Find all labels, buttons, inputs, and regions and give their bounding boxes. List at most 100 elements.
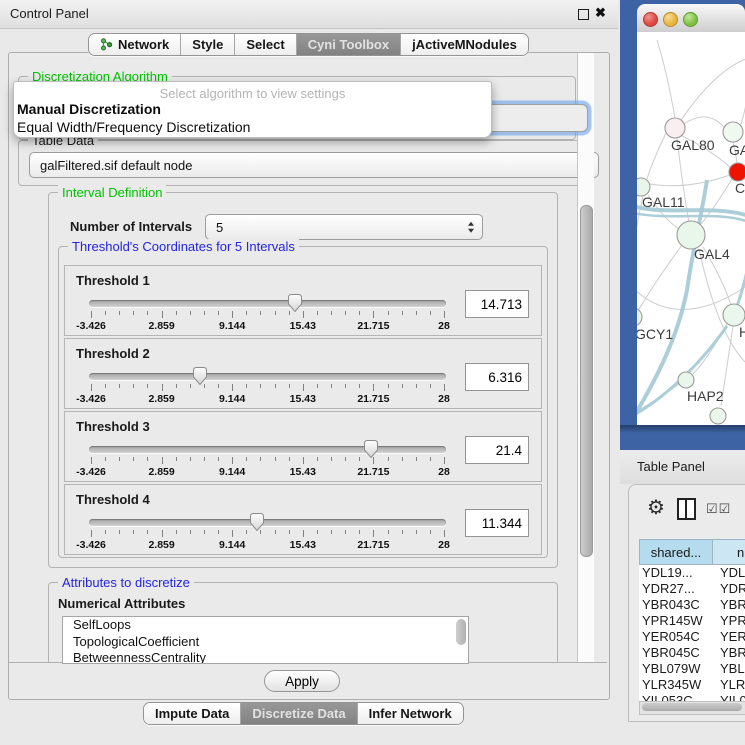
slider-thumb[interactable] [249, 512, 265, 532]
algorithm-option-1[interactable]: Equal Width/Frequency Discretization [14, 119, 491, 137]
dropdown-hint: Select algorithm to view settings [14, 82, 491, 101]
threshold-value-field[interactable]: 11.344 [465, 509, 529, 537]
slider-ticks [91, 384, 444, 392]
table-data-combo[interactable]: galFiltered.sif default node [29, 152, 599, 178]
slider-thumb[interactable] [363, 439, 379, 459]
cyni-bottom-tabbar: Impute DataDiscretize DataInfer Network [143, 702, 464, 725]
svg-text:HAP2: HAP2 [687, 388, 724, 404]
network-window-titlebar[interactable] [637, 4, 745, 33]
slider-thumb[interactable] [192, 366, 208, 386]
svg-text:H: H [739, 324, 745, 340]
algorithm-option-0[interactable]: Manual Discretization [14, 101, 491, 119]
threshold-slider[interactable] [89, 300, 446, 307]
threshold-value-field[interactable]: 14.713 [465, 290, 529, 318]
select-columns-checkboxes-icon[interactable]: ☑☑ [706, 501, 731, 517]
tab-discretize-data[interactable]: Discretize Data [241, 703, 357, 724]
slider-tick-labels: -3.4262.8599.14415.4321.71528 [91, 466, 444, 478]
column-header-shared-name[interactable]: shared... [639, 539, 713, 565]
threshold-label: Threshold 1 [76, 273, 150, 288]
threshold-slider[interactable] [89, 519, 446, 526]
slider-ticks [91, 311, 444, 319]
network-canvas[interactable]: GAL80 GA C GAL11 GAL4 GCY1 H HAP2 [637, 32, 745, 425]
table-row[interactable]: YBR043CYBR0 [639, 597, 745, 613]
table-row[interactable]: YER054CYER0 [639, 629, 745, 645]
table-row[interactable]: YBL079WYBL0 [639, 661, 745, 677]
slider-tick-labels: -3.4262.8599.14415.4321.71528 [91, 393, 444, 405]
threshold-value-field[interactable]: 21.4 [465, 436, 529, 464]
svg-text:GAL11: GAL11 [642, 194, 685, 210]
apply-button[interactable]: Apply [264, 670, 340, 692]
thresholds-group-title: Threshold's Coordinates for 5 Intervals [68, 239, 299, 254]
threshold-label: Threshold 4 [76, 492, 150, 507]
attributes-scrollbar[interactable] [456, 619, 466, 645]
table-rows[interactable]: YDL19...YDL1YDR27...YDR2YBR043CYBR0YPR14… [639, 565, 745, 701]
close-icon[interactable]: ✖ [595, 5, 606, 21]
table-row[interactable]: YIL053CYIL0 [639, 693, 745, 701]
zoom-traffic-light-icon[interactable] [683, 12, 698, 27]
control-panel-titlebar: Control Panel ✖ [0, 0, 618, 29]
table-horizontal-scrollbar[interactable] [639, 701, 745, 715]
table-row[interactable]: YPR145WYPR1 [639, 613, 745, 629]
numerical-attributes-label: Numerical Attributes [58, 596, 185, 611]
minimize-traffic-light-icon[interactable] [663, 12, 678, 27]
table-panel: ⚙ ☑☑ shared... n YDL19...YDL1YDR27...YDR… [628, 484, 745, 722]
number-of-intervals-combo[interactable]: 5 [205, 214, 483, 240]
svg-text:GAL80: GAL80 [671, 137, 715, 153]
tab-infer-network[interactable]: Infer Network [358, 703, 463, 724]
attribute-item-0[interactable]: SelfLoops [63, 617, 468, 634]
attributes-group-title: Attributes to discretize [58, 575, 194, 590]
tab-style[interactable]: Style [181, 34, 235, 55]
attribute-item-1[interactable]: TopologicalCoefficient [63, 634, 468, 651]
slider-ticks [91, 530, 444, 538]
svg-text:GA: GA [729, 142, 745, 158]
attribute-item-2[interactable]: BetweennessCentrality [63, 650, 468, 664]
tab-impute-data[interactable]: Impute Data [144, 703, 241, 724]
threshold-label: Threshold 2 [76, 346, 150, 361]
table-data-group: Table Data galFiltered.sif default node [18, 140, 590, 186]
slider-ticks [91, 457, 444, 465]
combo-arrows-icon [468, 222, 474, 233]
threshold-slider[interactable] [89, 446, 446, 453]
window-shadow [620, 425, 745, 433]
control-panel-tabbar: NetworkStyleSelectCyni ToolboxjActiveMNo… [88, 33, 529, 56]
table-data-combo-value: galFiltered.sif default node [40, 158, 192, 173]
table-row[interactable]: YLR345WYLR3 [639, 677, 745, 693]
slider-thumb[interactable] [287, 293, 303, 313]
algorithm-dropdown-popup: Select algorithm to view settings Manual… [13, 81, 492, 138]
threshold-row-4: Threshold 4 -3.4262.8599.14415.4321.71528… [64, 484, 542, 555]
svg-text:GCY1: GCY1 [637, 326, 673, 342]
threshold-row-1: Threshold 1 -3.4262.8599.14415.4321.71528… [64, 265, 542, 336]
columns-icon[interactable] [677, 498, 696, 520]
panel-title: Control Panel [10, 6, 89, 21]
threshold-slider[interactable] [89, 373, 446, 380]
svg-text:GAL4: GAL4 [694, 246, 730, 262]
number-of-intervals-value: 5 [216, 220, 223, 235]
tab-jactivemnodules[interactable]: jActiveMNodules [401, 34, 528, 55]
slider-tick-labels: -3.4262.8599.14415.4321.71528 [91, 539, 444, 551]
table-header-row[interactable]: shared... n [639, 539, 745, 565]
interval-definition-title: Interval Definition [58, 185, 166, 200]
float-window-icon[interactable] [578, 9, 589, 20]
number-of-intervals-label: Number of Intervals [70, 219, 192, 234]
network-tree-icon [100, 38, 113, 51]
numerical-attributes-list[interactable]: SelfLoopsTopologicalCoefficientBetweenne… [62, 616, 469, 664]
close-traffic-light-icon[interactable] [643, 12, 658, 27]
tab-select[interactable]: Select [235, 34, 296, 55]
network-graph: GAL80 GA C GAL11 GAL4 GCY1 H HAP2 [637, 32, 745, 425]
threshold-row-2: Threshold 2 -3.4262.8599.14415.4321.71528… [64, 338, 542, 409]
slider-tick-labels: -3.4262.8599.14415.4321.71528 [91, 320, 444, 332]
threshold-row-3: Threshold 3 -3.4262.8599.14415.4321.71528… [64, 411, 542, 482]
table-panel-titlebar: Table Panel [620, 450, 745, 484]
threshold-label: Threshold 3 [76, 419, 150, 434]
column-header-name[interactable]: n [713, 539, 745, 565]
panel-vertical-scrollbar[interactable] [577, 53, 594, 662]
network-view-window: GAL80 GA C GAL11 GAL4 GCY1 H HAP2 [620, 0, 745, 450]
table-row[interactable]: YDL19...YDL1 [639, 565, 745, 581]
tab-network[interactable]: Network [89, 34, 181, 55]
threshold-value-field[interactable]: 6.316 [465, 363, 529, 391]
svg-text:C: C [735, 180, 745, 196]
tab-cyni-toolbox[interactable]: Cyni Toolbox [297, 34, 401, 55]
gear-icon[interactable]: ⚙ [647, 495, 665, 520]
table-row[interactable]: YDR27...YDR2 [639, 581, 745, 597]
table-row[interactable]: YBR045CYBR0 [639, 645, 745, 661]
